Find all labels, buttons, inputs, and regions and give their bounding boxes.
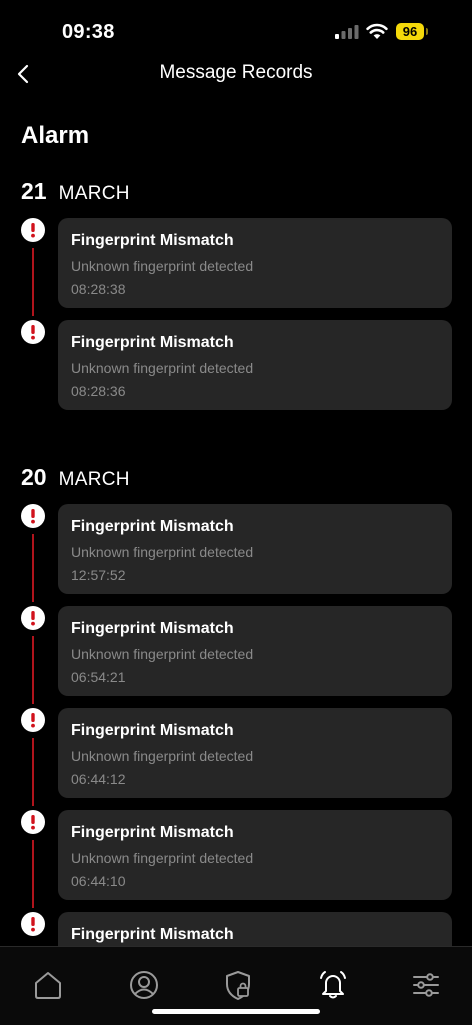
record-time: 06:44:12 [71, 771, 126, 787]
timeline-line [32, 248, 34, 316]
records-list[interactable]: 21 MARCH Fingerprint Mismatch Unknown finge… [0, 160, 472, 946]
record-description: Unknown fingerprint detected [71, 748, 254, 764]
record-title: Fingerprint Mismatch [71, 232, 234, 249]
timeline-line [32, 534, 34, 602]
record-title: Fingerprint Mismatch [71, 722, 234, 739]
date-day: 20 [21, 464, 47, 490]
record-description: Unknown fingerprint detected [71, 850, 254, 866]
alert-icon [21, 810, 45, 834]
home-icon[interactable] [32, 969, 64, 1001]
timeline-line [32, 738, 34, 806]
record-time: 08:28:36 [71, 383, 126, 399]
user-circle-icon[interactable] [128, 969, 160, 1001]
record-card[interactable]: Fingerprint Mismatch Unknown fingerprint … [58, 810, 452, 900]
record-title: Fingerprint Mismatch [71, 334, 234, 351]
record-card[interactable]: Fingerprint Mismatch Unknown fingerprint … [58, 606, 452, 696]
record-time: 06:44:10 [71, 873, 126, 889]
record-description: Unknown fingerprint detected [71, 544, 254, 560]
date-month: MARCH [58, 469, 130, 490]
shield-lock-icon[interactable] [222, 969, 254, 1001]
record-title: Fingerprint Mismatch [71, 518, 234, 535]
record-title: Fingerprint Mismatch [71, 824, 234, 841]
status-bar: 09:38 96 [0, 0, 472, 60]
record-time: 06:54:21 [71, 669, 126, 685]
alert-icon [21, 708, 45, 732]
record-card[interactable]: Fingerprint Mismatch Unknown fingerprint … [58, 218, 452, 308]
alert-icon [21, 504, 45, 528]
date-day: 21 [21, 178, 47, 204]
date-header: 20 MARCH [21, 464, 130, 494]
record-title: Fingerprint Mismatch [71, 926, 234, 943]
wifi-icon [366, 23, 388, 39]
home-indicator[interactable] [152, 1009, 320, 1014]
record-description: Unknown fingerprint detected [71, 258, 254, 274]
nav-header: Message Records [0, 56, 472, 92]
record-time: 12:57:52 [71, 567, 126, 583]
alert-icon [21, 606, 45, 630]
cellular-signal-icon [335, 25, 359, 39]
timeline-line [32, 840, 34, 908]
status-time: 09:38 [62, 21, 115, 43]
page-title: Message Records [159, 62, 313, 83]
record-description: Unknown fingerprint detected [71, 646, 254, 662]
alert-icon [21, 320, 45, 344]
date-header: 21 MARCH [21, 178, 130, 208]
record-card[interactable]: Fingerprint Mismatch Unknown fingerprint … [58, 504, 452, 594]
date-month: MARCH [58, 183, 130, 204]
record-card[interactable]: Fingerprint Mismatch [58, 912, 452, 946]
section-title: Alarm [21, 122, 90, 149]
sliders-icon[interactable] [410, 969, 442, 1001]
bell-ring-icon[interactable] [317, 969, 349, 1001]
battery-level: 96 [396, 23, 424, 40]
alert-icon [21, 218, 45, 242]
record-time: 08:28:38 [71, 281, 126, 297]
battery-icon: 96 [396, 23, 428, 40]
record-title: Fingerprint Mismatch [71, 620, 234, 637]
alert-icon [21, 912, 45, 936]
record-description: Unknown fingerprint detected [71, 360, 254, 376]
record-card[interactable]: Fingerprint Mismatch Unknown fingerprint … [58, 320, 452, 410]
timeline-line [32, 636, 34, 704]
record-card[interactable]: Fingerprint Mismatch Unknown fingerprint … [58, 708, 452, 798]
